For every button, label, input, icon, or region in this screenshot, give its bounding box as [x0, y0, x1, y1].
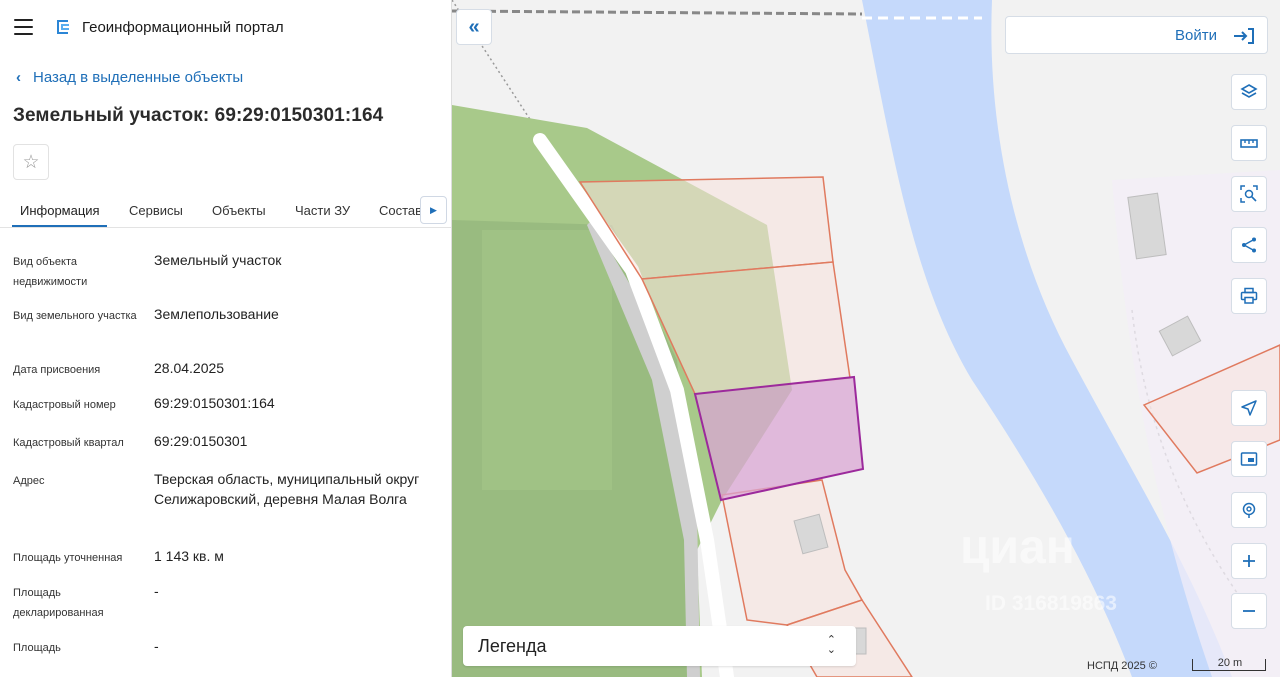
parcel-3	[721, 479, 864, 626]
tab-bar: Информация Сервисы Объекты Части ЗУ Сост…	[0, 196, 451, 228]
info-panel: Геоинформационный портал ‹ Назад в выдел…	[0, 0, 452, 677]
minimap-button[interactable]	[1231, 441, 1267, 477]
info-value: 28.04.2025	[154, 360, 225, 376]
back-link-label: Назад в выделенные объекты	[33, 69, 244, 86]
star-icon: ☆	[22, 151, 40, 173]
tab-objects[interactable]: Объекты	[212, 203, 266, 218]
collapse-panel-button[interactable]: «	[456, 9, 492, 45]
login-button[interactable]: Войти	[1005, 16, 1268, 54]
selected-parcel	[693, 375, 865, 502]
chevrons-left-icon: «	[468, 15, 480, 38]
geolocation-icon	[1242, 502, 1256, 518]
info-label: Кадастровый квартал	[13, 437, 124, 449]
info-value: Земельный участок	[154, 252, 282, 268]
expand-collapse-icon: ⌃ ⌄	[826, 634, 836, 656]
panel-header: Геоинформационный портал	[0, 0, 451, 56]
tab-parts[interactable]: Части ЗУ	[295, 203, 350, 218]
tab-composition[interactable]: Состав	[379, 203, 422, 218]
forest-patch	[482, 230, 612, 490]
info-value: 69:29:0150301:164	[154, 395, 275, 411]
ruler-icon	[1240, 139, 1258, 148]
info-label: Вид земельного участка	[13, 310, 137, 322]
active-tab-indicator	[12, 225, 107, 227]
ruler-button[interactable]	[1231, 125, 1267, 161]
locate-icon	[1241, 400, 1257, 416]
info-value: Землепользование	[154, 306, 279, 322]
back-to-selected-link[interactable]: ‹ Назад в выделенные объекты	[16, 69, 243, 86]
info-label: Площадь декларированная	[13, 587, 104, 619]
info-label: Площадь уточненная	[13, 552, 123, 564]
login-icon	[1234, 28, 1254, 44]
layers-icon	[1240, 84, 1258, 98]
tabs-scroll-right-button[interactable]: ▶	[420, 196, 447, 224]
geolocation-button[interactable]	[1231, 492, 1267, 528]
railway-line	[452, 9, 863, 16]
info-label: Вид объекта недвижимости	[13, 256, 88, 288]
map-canvas[interactable]	[452, 0, 1280, 677]
legend-label: Легенда	[478, 636, 547, 656]
info-label: Дата присвоения	[13, 364, 101, 376]
tab-services[interactable]: Сервисы	[129, 203, 183, 218]
legend-dropdown[interactable]: Легенда ⌃ ⌄	[463, 626, 856, 666]
share-icon	[1242, 237, 1256, 253]
print-icon	[1240, 287, 1258, 304]
info-label: Кадастровый номер	[13, 399, 116, 411]
zoom-in-button[interactable]	[1231, 543, 1267, 579]
portal-title: Геоинформационный портал	[82, 19, 284, 36]
zoom-in-icon	[1243, 555, 1255, 567]
tab-information[interactable]: Информация	[20, 203, 100, 218]
info-value: 69:29:0150301	[154, 433, 248, 449]
scale-bar: 20 m	[1192, 657, 1266, 671]
info-value: -	[154, 638, 159, 654]
info-value: 1 143 кв. м	[154, 548, 224, 564]
map-layers	[452, 0, 1280, 677]
login-label: Войти	[1175, 27, 1217, 44]
caret-right-icon: ▶	[430, 204, 437, 215]
scale-label: 20 m	[1217, 657, 1243, 669]
info-label: Площадь	[13, 642, 61, 654]
layers-button[interactable]	[1231, 74, 1267, 110]
info-value: -	[154, 583, 159, 599]
portal-logo-icon	[57, 20, 69, 34]
map-copyright: НСПД 2025 ©	[1087, 660, 1157, 672]
minimap-icon	[1240, 452, 1258, 466]
chevron-left-icon: ‹	[16, 69, 21, 86]
object-title: Земельный участок: 69:29:0150301:164	[13, 105, 384, 126]
area-search-icon	[1240, 185, 1258, 203]
favorite-button[interactable]: ☆	[13, 144, 49, 180]
navigate-button[interactable]	[1231, 390, 1267, 426]
print-button[interactable]	[1231, 278, 1267, 314]
zoom-out-icon	[1243, 610, 1255, 612]
info-label: Адрес	[13, 475, 45, 487]
info-value: Тверская область, муниципальный округ Се…	[154, 471, 420, 507]
share-button[interactable]	[1231, 227, 1267, 263]
area-search-button[interactable]	[1231, 176, 1267, 212]
menu-icon[interactable]	[14, 19, 33, 35]
zoom-out-button[interactable]	[1231, 593, 1267, 629]
